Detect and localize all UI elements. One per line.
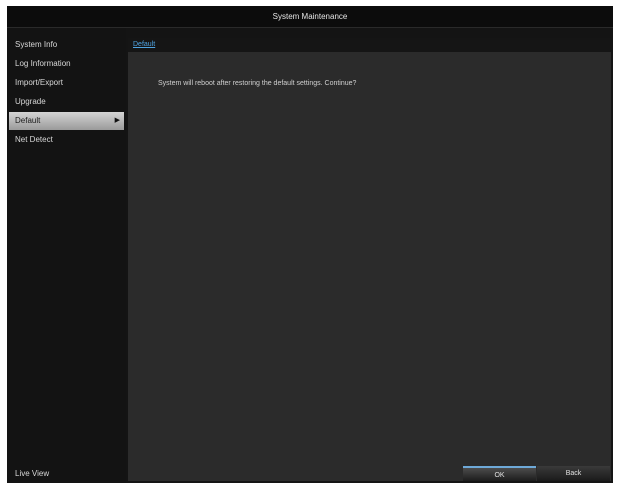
sidebar-item-label: Log Information xyxy=(15,59,71,68)
sidebar-item-label: System Info xyxy=(15,40,58,49)
sidebar-item-label: Import/Export xyxy=(15,78,64,87)
sidebar-item-log-information[interactable]: Log Information xyxy=(9,55,124,73)
tab-bar: Default xyxy=(128,38,611,52)
tab-default[interactable]: Default xyxy=(133,39,155,51)
sidebar-item-upgrade[interactable]: Upgrade xyxy=(9,93,124,111)
back-button[interactable]: Back xyxy=(537,466,610,481)
sidebar: System Info Log Information Import/Expor… xyxy=(7,28,126,483)
sidebar-item-import-export[interactable]: Import/Export xyxy=(9,74,124,92)
sidebar-item-net-detect[interactable]: Net Detect xyxy=(9,131,124,149)
ok-button[interactable]: OK xyxy=(463,466,536,481)
sidebar-item-label: Net Detect xyxy=(15,135,53,144)
window-title: System Maintenance xyxy=(7,6,613,28)
maintenance-window: System Maintenance System Info Log Infor… xyxy=(7,6,613,483)
sidebar-item-label: Upgrade xyxy=(15,97,46,106)
sidebar-item-system-info[interactable]: System Info xyxy=(9,36,124,54)
sidebar-item-label: Default xyxy=(15,116,41,125)
live-view-button[interactable]: Live View xyxy=(15,467,49,481)
chevron-right-icon: ▶ xyxy=(114,117,120,124)
confirmation-message: System will reboot after restoring the d… xyxy=(158,80,357,87)
sidebar-item-default[interactable]: Default ▶ xyxy=(9,112,124,130)
main-panel: Default System will reboot after restori… xyxy=(128,38,611,481)
